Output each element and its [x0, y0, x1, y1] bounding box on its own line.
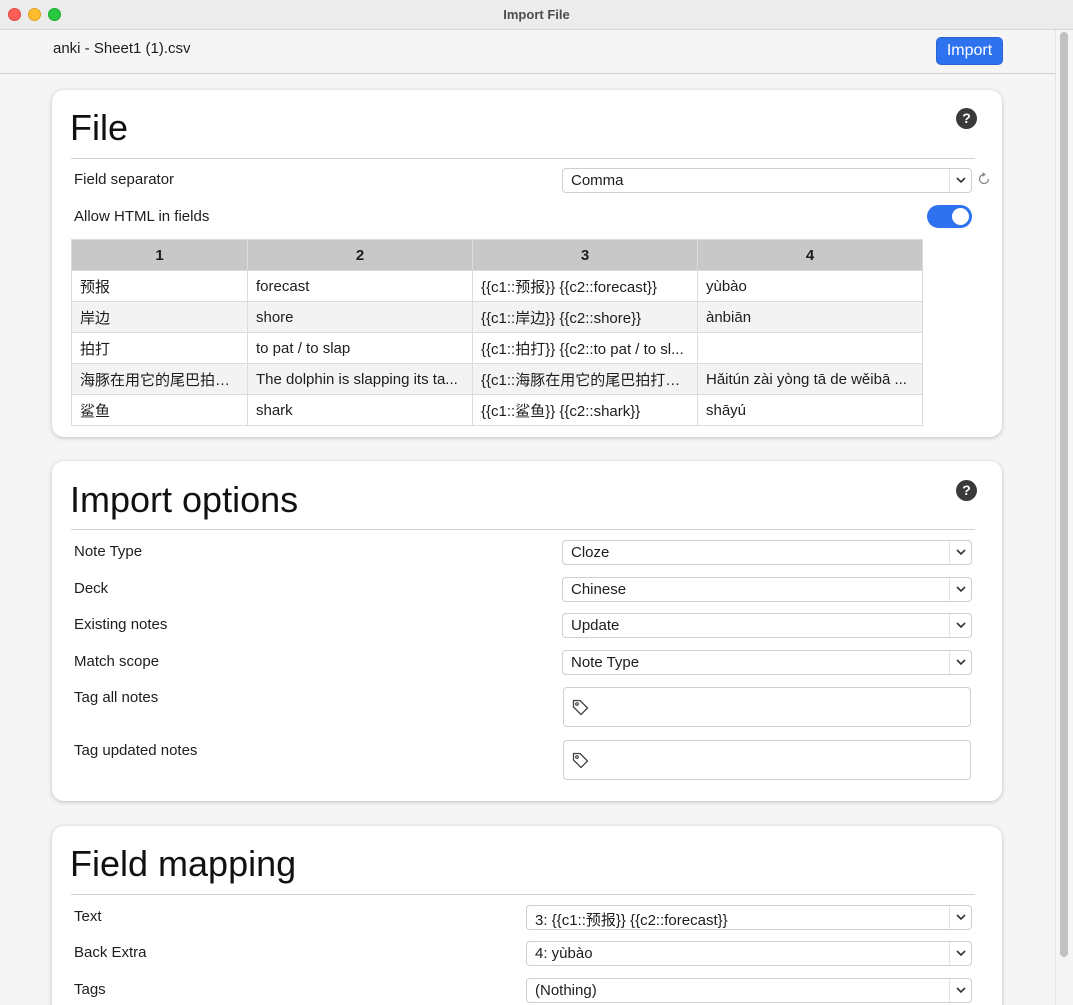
column-header: 4 — [697, 239, 923, 271]
file-section: File ? Field separator Comma Allow HTML … — [52, 90, 1002, 437]
table-header-row: 1 2 3 4 — [71, 239, 923, 271]
file-help-icon[interactable]: ? — [956, 108, 977, 129]
table-cell: {{c1::海豚在用它的尾巴拍打。... — [472, 363, 698, 395]
note-type-label: Note Type — [74, 543, 143, 560]
table-cell: {{c1::拍打}} {{c2::to pat / to sl... — [472, 332, 698, 364]
tags-field-label: Tags — [74, 981, 106, 998]
table-row: 鲨鱼 shark {{c1::鲨鱼}} {{c2::shark}} shāyú — [71, 394, 923, 426]
chevron-down-icon — [949, 906, 971, 929]
field-separator-value: Comma — [571, 172, 624, 189]
text-field-value: 3: {{c1::预报}} {{c2::forecast}} — [535, 912, 728, 929]
text-field-select[interactable]: 3: {{c1::预报}} {{c2::forecast}} — [526, 905, 972, 930]
field-mapping-section: Field mapping Text 3: {{c1::预报}} {{c2::f… — [52, 826, 1002, 1005]
allow-html-toggle[interactable] — [927, 205, 972, 228]
table-cell: yùbào — [697, 270, 923, 302]
import-button[interactable]: Import — [936, 37, 1003, 65]
back-extra-label: Back Extra — [74, 944, 147, 961]
column-header: 1 — [71, 239, 248, 271]
file-preview-table: 1 2 3 4 预报 forecast {{c1::预报}} {{c2::for… — [71, 239, 923, 426]
field-mapping-title: Field mapping — [70, 843, 297, 884]
table-cell: shāyú — [697, 394, 923, 426]
existing-notes-value: Update — [571, 617, 620, 634]
chevron-down-icon — [949, 979, 971, 1002]
chevron-down-icon — [949, 541, 971, 564]
table-row: 岸边 shore {{c1::岸边}} {{c2::shore}} ànbiān — [71, 301, 923, 333]
column-header: 2 — [247, 239, 473, 271]
match-scope-label: Match scope — [74, 653, 160, 670]
existing-notes-label: Existing notes — [74, 616, 168, 633]
deck-label: Deck — [74, 580, 109, 597]
tags-field-value: (Nothing) — [535, 982, 597, 999]
back-extra-value: 4: yùbào — [535, 945, 593, 962]
chevron-down-icon — [949, 614, 971, 637]
field-separator-label: Field separator — [74, 171, 175, 188]
tag-updated-notes-label: Tag updated notes — [74, 742, 198, 759]
table-cell: {{c1::预报}} {{c2::forecast}} — [472, 270, 698, 302]
import-file-window: Import File anki - Sheet1 (1).csv Import… — [0, 0, 1073, 1005]
title-bar: Import File — [0, 0, 1073, 30]
field-separator-select[interactable]: Comma — [562, 168, 972, 193]
match-scope-select[interactable]: Note Type — [562, 650, 972, 675]
file-section-divider — [71, 158, 975, 159]
tag-all-notes-label: Tag all notes — [74, 689, 159, 706]
table-row: 拍打 to pat / to slap {{c1::拍打}} {{c2::to … — [71, 332, 923, 364]
table-row: 预报 forecast {{c1::预报}} {{c2::forecast}} … — [71, 270, 923, 302]
deck-value: Chinese — [571, 581, 627, 598]
tags-field-select[interactable]: (Nothing) — [526, 978, 972, 1003]
import-options-title: Import options — [70, 479, 299, 520]
table-cell: The dolphin is slapping its ta... — [247, 363, 473, 395]
table-cell: shark — [247, 394, 473, 426]
table-cell: 预报 — [71, 270, 248, 302]
import-options-divider — [71, 529, 975, 530]
table-row: 海豚在用它的尾巴拍打。 The dolphin is slapping its … — [71, 363, 923, 395]
table-cell: {{c1::岸边}} {{c2::shore}} — [472, 301, 698, 333]
tag-all-notes-input[interactable] — [563, 687, 971, 727]
back-extra-select[interactable]: 4: yùbào — [526, 941, 972, 966]
column-header: 3 — [472, 239, 698, 271]
table-cell — [697, 332, 923, 364]
existing-notes-select[interactable]: Update — [562, 613, 972, 638]
tag-updated-notes-input[interactable] — [563, 740, 971, 780]
tag-icon — [572, 699, 589, 721]
window-title: Import File — [503, 7, 570, 22]
toggle-knob — [952, 208, 969, 225]
chevron-down-icon — [949, 169, 971, 192]
allow-html-label: Allow HTML in fields — [74, 208, 210, 225]
import-options-help-icon[interactable]: ? — [956, 480, 977, 501]
vertical-scrollbar[interactable] — [1055, 30, 1073, 1005]
file-section-title: File — [70, 107, 129, 148]
reset-icon[interactable] — [977, 172, 991, 191]
table-cell: Hǎitún zài yòng tā de wěibā ... — [697, 363, 923, 395]
table-cell: to pat / to slap — [247, 332, 473, 364]
match-scope-value: Note Type — [571, 654, 640, 671]
deck-select[interactable]: Chinese — [562, 577, 972, 602]
text-field-label: Text — [74, 908, 102, 925]
note-type-select[interactable]: Cloze — [562, 540, 972, 565]
import-options-section: Import options ? Note Type Cloze Deck Ch… — [52, 461, 1002, 801]
field-mapping-divider — [71, 894, 975, 895]
chevron-down-icon — [949, 651, 971, 674]
file-name: anki - Sheet1 (1).csv — [53, 40, 191, 57]
table-cell: 鲨鱼 — [71, 394, 248, 426]
table-cell: forecast — [247, 270, 473, 302]
chevron-down-icon — [949, 578, 971, 601]
table-cell: shore — [247, 301, 473, 333]
tag-icon — [572, 752, 589, 774]
scrollbar-thumb[interactable] — [1060, 32, 1068, 957]
table-cell: {{c1::鲨鱼}} {{c2::shark}} — [472, 394, 698, 426]
table-cell: 海豚在用它的尾巴拍打。 — [71, 363, 248, 395]
header-bar: anki - Sheet1 (1).csv Import — [0, 30, 1055, 74]
table-cell: 拍打 — [71, 332, 248, 364]
table-cell: 岸边 — [71, 301, 248, 333]
table-cell: ànbiān — [697, 301, 923, 333]
note-type-value: Cloze — [571, 544, 610, 561]
chevron-down-icon — [949, 942, 971, 965]
